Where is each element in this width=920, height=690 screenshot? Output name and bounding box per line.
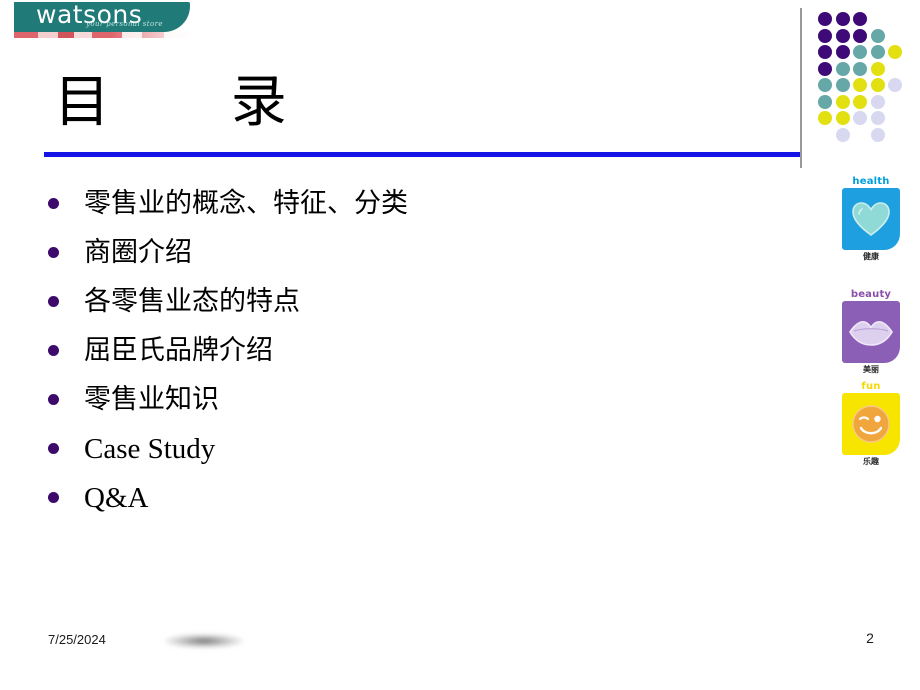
matrix-dot xyxy=(835,12,850,26)
matrix-dot xyxy=(870,28,885,43)
matrix-dot xyxy=(870,94,885,109)
category-beauty-chinese: 美丽 xyxy=(863,365,879,374)
category-fun-box xyxy=(842,393,900,455)
category-health-label: health xyxy=(852,176,890,187)
bullet-dot-icon xyxy=(48,443,59,454)
bullet-dot-icon xyxy=(48,247,59,258)
logo-tagline: your personal store xyxy=(86,20,163,28)
list-item-label: 商圈介绍 xyxy=(84,237,192,268)
bullet-dot-icon xyxy=(48,296,59,307)
matrix-dot xyxy=(853,28,867,43)
matrix-dot xyxy=(888,78,902,92)
matrix-dot xyxy=(853,78,867,92)
matrix-dot xyxy=(853,45,867,59)
matrix-dot xyxy=(835,45,850,59)
matrix-dot xyxy=(818,45,832,59)
list-item[interactable]: 各零售业态的特点 xyxy=(48,280,668,329)
list-item-label: 零售业知识 xyxy=(84,384,219,415)
title-underline-rule xyxy=(44,152,800,157)
matrix-dot xyxy=(870,45,885,59)
matrix-dot xyxy=(888,45,902,59)
matrix-dot xyxy=(870,61,885,76)
matrix-dot xyxy=(835,28,850,43)
matrix-dot xyxy=(835,61,850,76)
matrix-dot xyxy=(853,61,867,76)
logo-stripe-fade xyxy=(14,32,190,38)
contents-list: 零售业的概念、特征、分类 商圈介绍 各零售业态的特点 屈臣氏品牌介绍 零售业知识… xyxy=(48,182,668,525)
matrix-dot xyxy=(870,78,885,92)
list-item[interactable]: Q&A xyxy=(48,476,668,525)
category-fun-chinese: 乐趣 xyxy=(863,457,879,466)
matrix-dot xyxy=(818,111,832,125)
matrix-dot xyxy=(835,94,850,109)
smiley-wink-icon xyxy=(852,405,890,443)
footer-redacted-mark xyxy=(165,634,243,648)
matrix-dot xyxy=(818,12,832,26)
watsons-logo: watsons your personal store xyxy=(14,0,190,40)
list-item[interactable]: 商圈介绍 xyxy=(48,231,668,280)
bullet-dot-icon xyxy=(48,198,59,209)
bullet-dot-icon xyxy=(48,492,59,503)
category-health-chinese: 健康 xyxy=(863,252,879,261)
bullet-dot-icon xyxy=(48,345,59,356)
bullet-dot-icon xyxy=(48,394,59,405)
matrix-dot xyxy=(818,28,832,43)
footer-date: 7/25/2024 xyxy=(48,632,106,647)
presentation-slide: watsons your personal store 目 录 零售业的概念、特… xyxy=(0,0,920,690)
matrix-dot xyxy=(835,111,850,125)
list-item-label: 屈臣氏品牌介绍 xyxy=(84,335,273,366)
matrix-dot xyxy=(835,78,850,92)
list-item[interactable]: 屈臣氏品牌介绍 xyxy=(48,329,668,378)
matrix-dot xyxy=(853,94,867,109)
list-item[interactable]: 零售业的概念、特征、分类 xyxy=(48,182,668,231)
list-item-label: 零售业的概念、特征、分类 xyxy=(84,188,408,219)
category-health: health 健康 xyxy=(842,176,900,263)
lips-icon xyxy=(849,321,893,346)
matrix-dot xyxy=(818,78,832,92)
matrix-dot xyxy=(870,111,885,125)
list-item-label: Q&A xyxy=(84,482,149,514)
category-beauty: beauty 美丽 xyxy=(842,289,900,376)
category-beauty-label: beauty xyxy=(850,289,892,300)
category-beauty-box xyxy=(842,301,900,363)
page-title: 目 录 xyxy=(54,70,289,135)
matrix-dot xyxy=(818,94,832,109)
list-item-label: 各零售业态的特点 xyxy=(84,286,300,317)
matrix-dot xyxy=(853,111,867,125)
matrix-dot xyxy=(870,127,885,142)
category-fun-label: fun xyxy=(861,381,881,392)
page-number: 2 xyxy=(866,630,874,646)
category-health-box xyxy=(842,188,900,250)
matrix-dot xyxy=(853,12,867,26)
heart-icon xyxy=(852,202,890,236)
list-item[interactable]: 零售业知识 xyxy=(48,378,668,427)
list-item-label: Case Study xyxy=(84,433,216,465)
dot-matrix-decoration xyxy=(818,12,918,144)
matrix-dot xyxy=(818,61,832,76)
vertical-divider xyxy=(800,8,802,168)
matrix-dot xyxy=(835,127,850,142)
list-item[interactable]: Case Study xyxy=(48,427,668,476)
category-fun: fun 乐趣 xyxy=(842,381,900,468)
